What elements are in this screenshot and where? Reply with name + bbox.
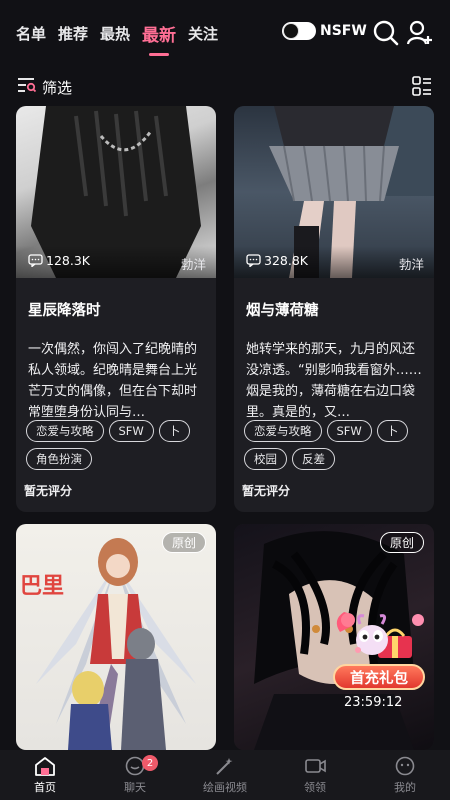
video-icon bbox=[305, 759, 326, 773]
comment-count: 128.3K bbox=[28, 253, 90, 268]
tag-row: 恋爱与攻略 SFW 卜 bbox=[26, 420, 191, 442]
nav-paint-video[interactable]: 绘画视频 bbox=[180, 750, 270, 800]
nsfw-label: NSFW bbox=[320, 23, 367, 39]
tag[interactable]: 卜 bbox=[158, 420, 191, 442]
rating-text: 暂无评分 bbox=[24, 484, 73, 498]
profile-face-icon bbox=[395, 756, 415, 776]
filter-bar: 筛选 bbox=[0, 70, 450, 104]
nsfw-switch-group: NSFW bbox=[282, 22, 367, 40]
search-icon[interactable] bbox=[372, 19, 400, 47]
nav-chat[interactable]: 2 聊天 bbox=[90, 750, 180, 800]
filter-label[interactable]: 筛选 bbox=[42, 77, 72, 98]
filter-icon[interactable] bbox=[18, 77, 37, 97]
add-user-icon[interactable] bbox=[406, 19, 434, 47]
first-recharge-gift-promo[interactable]: 首充礼包 23:59:12 bbox=[330, 606, 430, 716]
comment-count: 328.8K bbox=[246, 253, 308, 268]
rating-text: 暂无评分 bbox=[242, 484, 291, 498]
tag[interactable]: SFW bbox=[326, 420, 372, 442]
comment-icon bbox=[28, 254, 43, 267]
character-card[interactable]: 巴里 原创 bbox=[16, 524, 216, 750]
author-name[interactable]: 勃洋 bbox=[399, 254, 424, 273]
promo-countdown: 23:59:12 bbox=[344, 695, 403, 710]
nsfw-toggle[interactable] bbox=[282, 22, 316, 40]
tag[interactable]: 恋爱与攻略 bbox=[26, 420, 104, 442]
promo-label[interactable]: 首充礼包 bbox=[333, 664, 425, 690]
tag[interactable]: 反差 bbox=[292, 448, 335, 470]
gift-mascot-icon bbox=[336, 612, 424, 658]
chat-unread-badge: 2 bbox=[142, 755, 158, 771]
original-badge: 原创 bbox=[379, 532, 424, 553]
nav-claim-label: 领领 bbox=[304, 781, 326, 794]
tab-recommended[interactable]: 推荐 bbox=[58, 23, 88, 44]
tag-row: 角色扮演 bbox=[26, 448, 92, 470]
character-card[interactable]: 128.3K 勃洋 星辰降落时 一次偶然，你闯入了纪晚晴的私人领域。纪晚晴是舞台… bbox=[16, 106, 216, 512]
card-title: 烟与薄荷糖 bbox=[246, 303, 319, 319]
tab-following[interactable]: 关注 bbox=[188, 23, 218, 44]
nav-paint-video-label: 绘画视频 bbox=[203, 781, 247, 794]
category-tabs: 名单 推荐 最热 最新 关注 bbox=[16, 21, 230, 46]
nav-claim[interactable]: 领领 bbox=[270, 750, 360, 800]
tab-hottest[interactable]: 最热 bbox=[100, 23, 130, 44]
tag[interactable]: 卜 bbox=[376, 420, 409, 442]
nav-profile-label: 我的 bbox=[394, 781, 416, 794]
tag-row: 恋爱与攻略 SFW 卜 bbox=[244, 420, 409, 442]
top-nav: 名单 推荐 最热 最新 关注 NSFW bbox=[0, 0, 450, 66]
tab-newest[interactable]: 最新 bbox=[142, 21, 176, 46]
tab-list[interactable]: 名单 bbox=[16, 23, 46, 44]
magic-wand-icon bbox=[216, 758, 233, 775]
card-description: 她转学来的那天，九月的风还没凉透。“别影响我看窗外……烟是我的，薄荷糖在右边口袋… bbox=[246, 342, 422, 420]
tag[interactable]: 恋爱与攻略 bbox=[244, 420, 322, 442]
nav-home-label: 首页 bbox=[34, 781, 56, 794]
tag-row: 校园 反差 bbox=[244, 448, 335, 470]
comment-icon bbox=[246, 254, 261, 267]
nav-chat-label: 聊天 bbox=[124, 781, 146, 794]
comment-count-value: 128.3K bbox=[46, 253, 90, 268]
tag[interactable]: 角色扮演 bbox=[26, 448, 92, 470]
nav-home[interactable]: 首页 bbox=[0, 750, 90, 800]
author-name[interactable]: 勃洋 bbox=[181, 254, 206, 273]
card-cover-image bbox=[16, 524, 216, 750]
nav-profile[interactable]: 我的 bbox=[360, 750, 450, 800]
layout-toggle-icon[interactable] bbox=[412, 76, 432, 100]
home-icon bbox=[35, 757, 55, 776]
card-description: 一次偶然，你闯入了纪晚晴的私人领域。纪晚晴是舞台上光芒万丈的偶像，但在台下却时常… bbox=[28, 342, 198, 420]
character-card[interactable]: 328.8K 勃洋 烟与薄荷糖 她转学来的那天，九月的风还没凉透。“别影响我看窗… bbox=[234, 106, 434, 512]
tag[interactable]: SFW bbox=[108, 420, 154, 442]
cover-title-text: 巴里 bbox=[20, 574, 65, 599]
bottom-nav: 首页 2 聊天 绘画视频 领领 我的 bbox=[0, 750, 450, 800]
original-badge: 原创 bbox=[161, 532, 206, 553]
tag[interactable]: 校园 bbox=[244, 448, 287, 470]
card-title: 星辰降落时 bbox=[28, 303, 101, 319]
comment-count-value: 328.8K bbox=[264, 253, 308, 268]
